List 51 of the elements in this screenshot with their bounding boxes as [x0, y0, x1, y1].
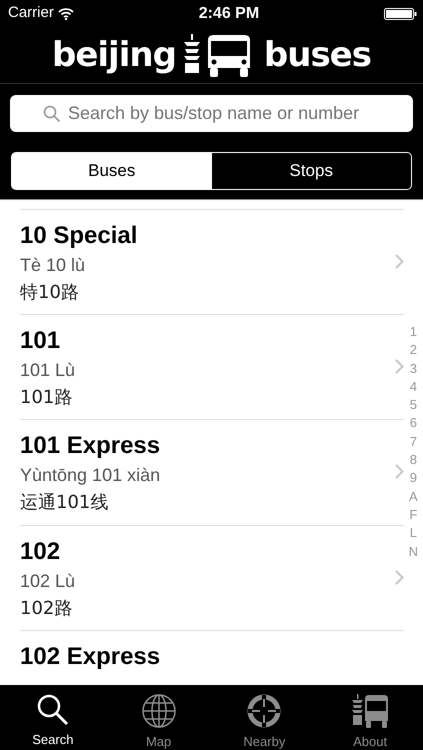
chevron-icon	[395, 254, 404, 269]
crosshair-icon	[246, 693, 282, 729]
route-row[interactable]: 101 Express Yùntōng 101 xiàn 运通101线	[20, 420, 404, 526]
tab-bar-item[interactable]: Nearby	[212, 685, 318, 750]
route-pinyin: Yùntōng 101 xiàn	[20, 464, 160, 487]
index-letter[interactable]: 8	[410, 451, 417, 470]
search-icon	[43, 105, 61, 123]
index-letter[interactable]: 5	[410, 396, 417, 414]
logo-text: beijing	[52, 38, 176, 72]
index-letter[interactable]: 7	[410, 432, 417, 452]
search-field[interactable]: Search by bus/stop name or number	[10, 95, 413, 132]
route-row[interactable]: 101 101 Lù 101路	[20, 314, 404, 420]
route-chinese: 101路	[20, 386, 72, 410]
index-letter[interactable]: L	[410, 524, 417, 543]
index-letter[interactable]: 1	[410, 323, 417, 342]
route-name: 102	[20, 536, 60, 566]
route-name: 10 Special	[20, 221, 138, 251]
route-chinese: 特10路	[20, 281, 79, 305]
route-pinyin: Tè 10 lù	[20, 254, 86, 277]
tab-bar-item[interactable]: Search	[0, 685, 106, 750]
route-name: 101	[20, 326, 60, 356]
chevron-icon	[395, 464, 404, 479]
route-name: 102 Express	[20, 642, 160, 672]
chevron-icon	[395, 358, 404, 374]
route-chinese: 运通101线	[20, 491, 108, 515]
route-pinyin: 102 Lù	[20, 570, 76, 592]
index-letter[interactable]: N	[408, 542, 418, 561]
segment-tab[interactable]: Buses	[12, 153, 212, 189]
tab-bar-item[interactable]: Map	[106, 685, 212, 750]
carrier-label: Carrier	[8, 3, 54, 24]
chevron-icon	[395, 570, 404, 584]
wifi-icon	[58, 8, 74, 20]
logo-text: buses	[264, 38, 371, 72]
index-letter[interactable]: 2	[410, 341, 417, 360]
route-row[interactable]: 10 Special Tè 10 lù 特10路	[20, 209, 404, 314]
pagoda-bus-icon	[351, 693, 390, 729]
route-chinese: 102路	[20, 596, 72, 620]
index-letter[interactable]: 6	[410, 414, 417, 433]
index-letter[interactable]: 4	[410, 378, 417, 396]
clock-time: 2:46 PM	[198, 4, 260, 24]
index-letter[interactable]: F	[409, 506, 418, 524]
index-letter[interactable]: 3	[410, 360, 417, 378]
index-letter[interactable]: A	[408, 488, 418, 506]
globe-icon	[140, 693, 177, 729]
tab-bar-item[interactable]: About	[317, 685, 423, 750]
route-name: 101 Express	[20, 431, 160, 461]
route-row[interactable]: 102 102 Lù 102路	[20, 526, 404, 631]
route-pinyin: 101 Lù	[20, 358, 76, 382]
search-icon	[36, 693, 70, 727]
index-letter[interactable]: 9	[410, 469, 417, 488]
battery-icon	[384, 8, 417, 20]
